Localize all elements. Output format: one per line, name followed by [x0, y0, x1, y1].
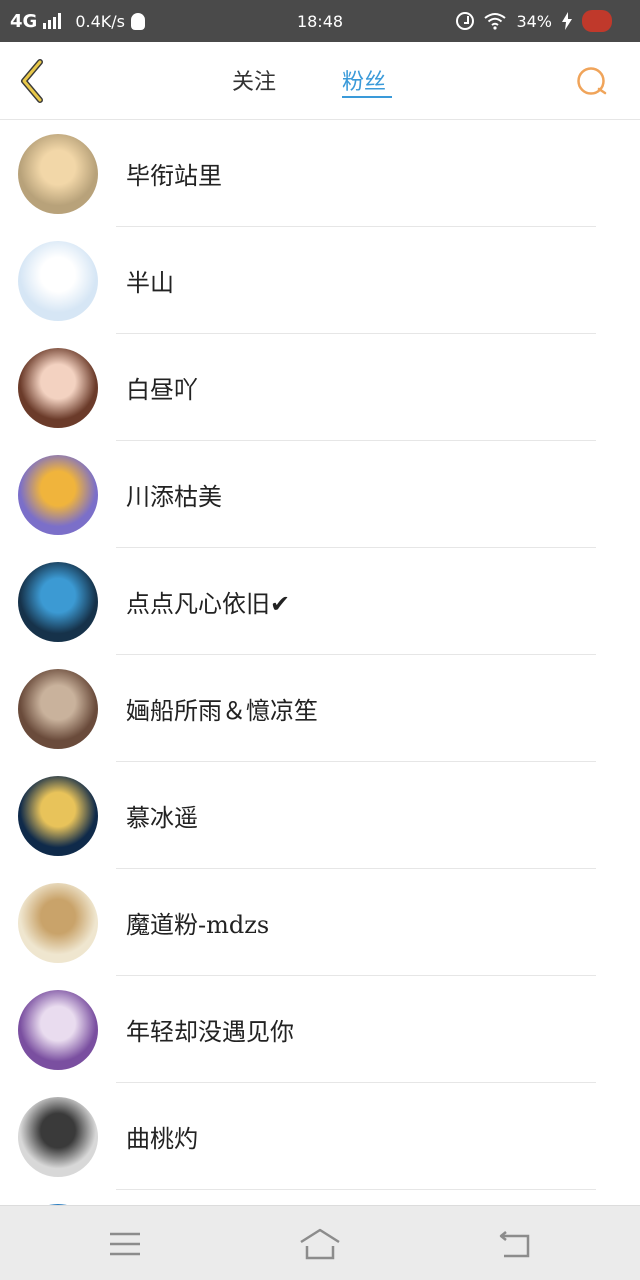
- back-icon: [499, 1231, 530, 1258]
- fan-row[interactable]: 慕冰遥: [0, 762, 640, 869]
- status-bar: 4G 0.4K/s 18:48 34%: [0, 0, 640, 42]
- fan-row[interactable]: 婳船所雨＆憶凉笙: [0, 655, 640, 762]
- fan-name: 魔道粉-mdzs: [126, 911, 270, 939]
- charging-icon: [562, 12, 572, 30]
- tab-fans[interactable]: 粉丝: [342, 64, 386, 96]
- network-speed: 0.4K/s: [75, 11, 125, 31]
- menu-icon: [110, 1232, 140, 1256]
- fan-row[interactable]: [0, 1190, 640, 1205]
- tab-follow[interactable]: 关注: [232, 64, 276, 96]
- fan-row[interactable]: 白昼吖: [0, 334, 640, 441]
- avatar[interactable]: [18, 134, 98, 214]
- fan-name: 婳船所雨＆憶凉笙: [126, 697, 318, 725]
- fan-name: 点点凡心依旧✔: [126, 590, 291, 618]
- fan-name: 川添枯美: [126, 483, 222, 511]
- fans-list: 毕衔站里半山白昼吖川添枯美点点凡心依旧✔ 婳船所雨＆憶凉笙 慕冰遥魔道粉-mdzs 年…: [0, 120, 640, 1205]
- wifi-icon: [484, 13, 507, 30]
- qq-icon: [130, 12, 145, 30]
- fan-row[interactable]: 魔道粉-mdzs: [0, 869, 640, 976]
- network-type: 4G: [10, 10, 38, 32]
- navigation-bar: [0, 1205, 640, 1280]
- fan-name: 年轻却没遇见你: [126, 1018, 294, 1046]
- chevron-left-icon: [21, 59, 43, 103]
- avatar[interactable]: [18, 348, 98, 428]
- avatar[interactable]: [18, 776, 98, 856]
- fan-row[interactable]: 川添枯美: [0, 441, 640, 548]
- search-button[interactable]: [572, 62, 612, 102]
- fan-name: 半山: [126, 269, 174, 297]
- fan-row[interactable]: 年轻却没遇见你: [0, 976, 640, 1083]
- fan-name: 慕冰遥: [126, 804, 198, 832]
- avatar[interactable]: [18, 455, 98, 535]
- home-icon: [300, 1228, 340, 1260]
- fan-name: 毕衔站里: [126, 162, 222, 190]
- battery-level: 34%: [516, 11, 552, 31]
- search-icon: [577, 67, 607, 95]
- avatar[interactable]: [18, 562, 98, 642]
- back-button[interactable]: [14, 56, 58, 106]
- avatar[interactable]: [18, 1097, 98, 1177]
- fan-row[interactable]: 半山: [0, 227, 640, 334]
- status-left: 4G 0.4K/s: [10, 0, 145, 42]
- fan-name: 曲桃灼: [126, 1125, 198, 1153]
- avatar[interactable]: [18, 669, 98, 749]
- avatar[interactable]: [18, 883, 98, 963]
- home-button[interactable]: [298, 1224, 342, 1264]
- fan-row[interactable]: 点点凡心依旧✔: [0, 548, 640, 655]
- alarm-icon: [456, 12, 475, 30]
- fan-row[interactable]: 毕衔站里: [0, 120, 640, 227]
- active-tab-indicator: [342, 96, 392, 98]
- system-back-button[interactable]: [494, 1224, 538, 1264]
- avatar[interactable]: [18, 990, 98, 1070]
- clock: 18:48: [296, 11, 344, 31]
- status-avatar-icon: [582, 10, 612, 32]
- status-right: 34%: [456, 0, 612, 42]
- menu-button[interactable]: [104, 1224, 148, 1264]
- fan-row[interactable]: 曲桃灼: [0, 1083, 640, 1190]
- avatar[interactable]: [18, 241, 98, 321]
- header: 关注 粉丝: [0, 42, 640, 120]
- signal-icon: [43, 13, 62, 29]
- fan-name: 白昼吖: [126, 376, 198, 404]
